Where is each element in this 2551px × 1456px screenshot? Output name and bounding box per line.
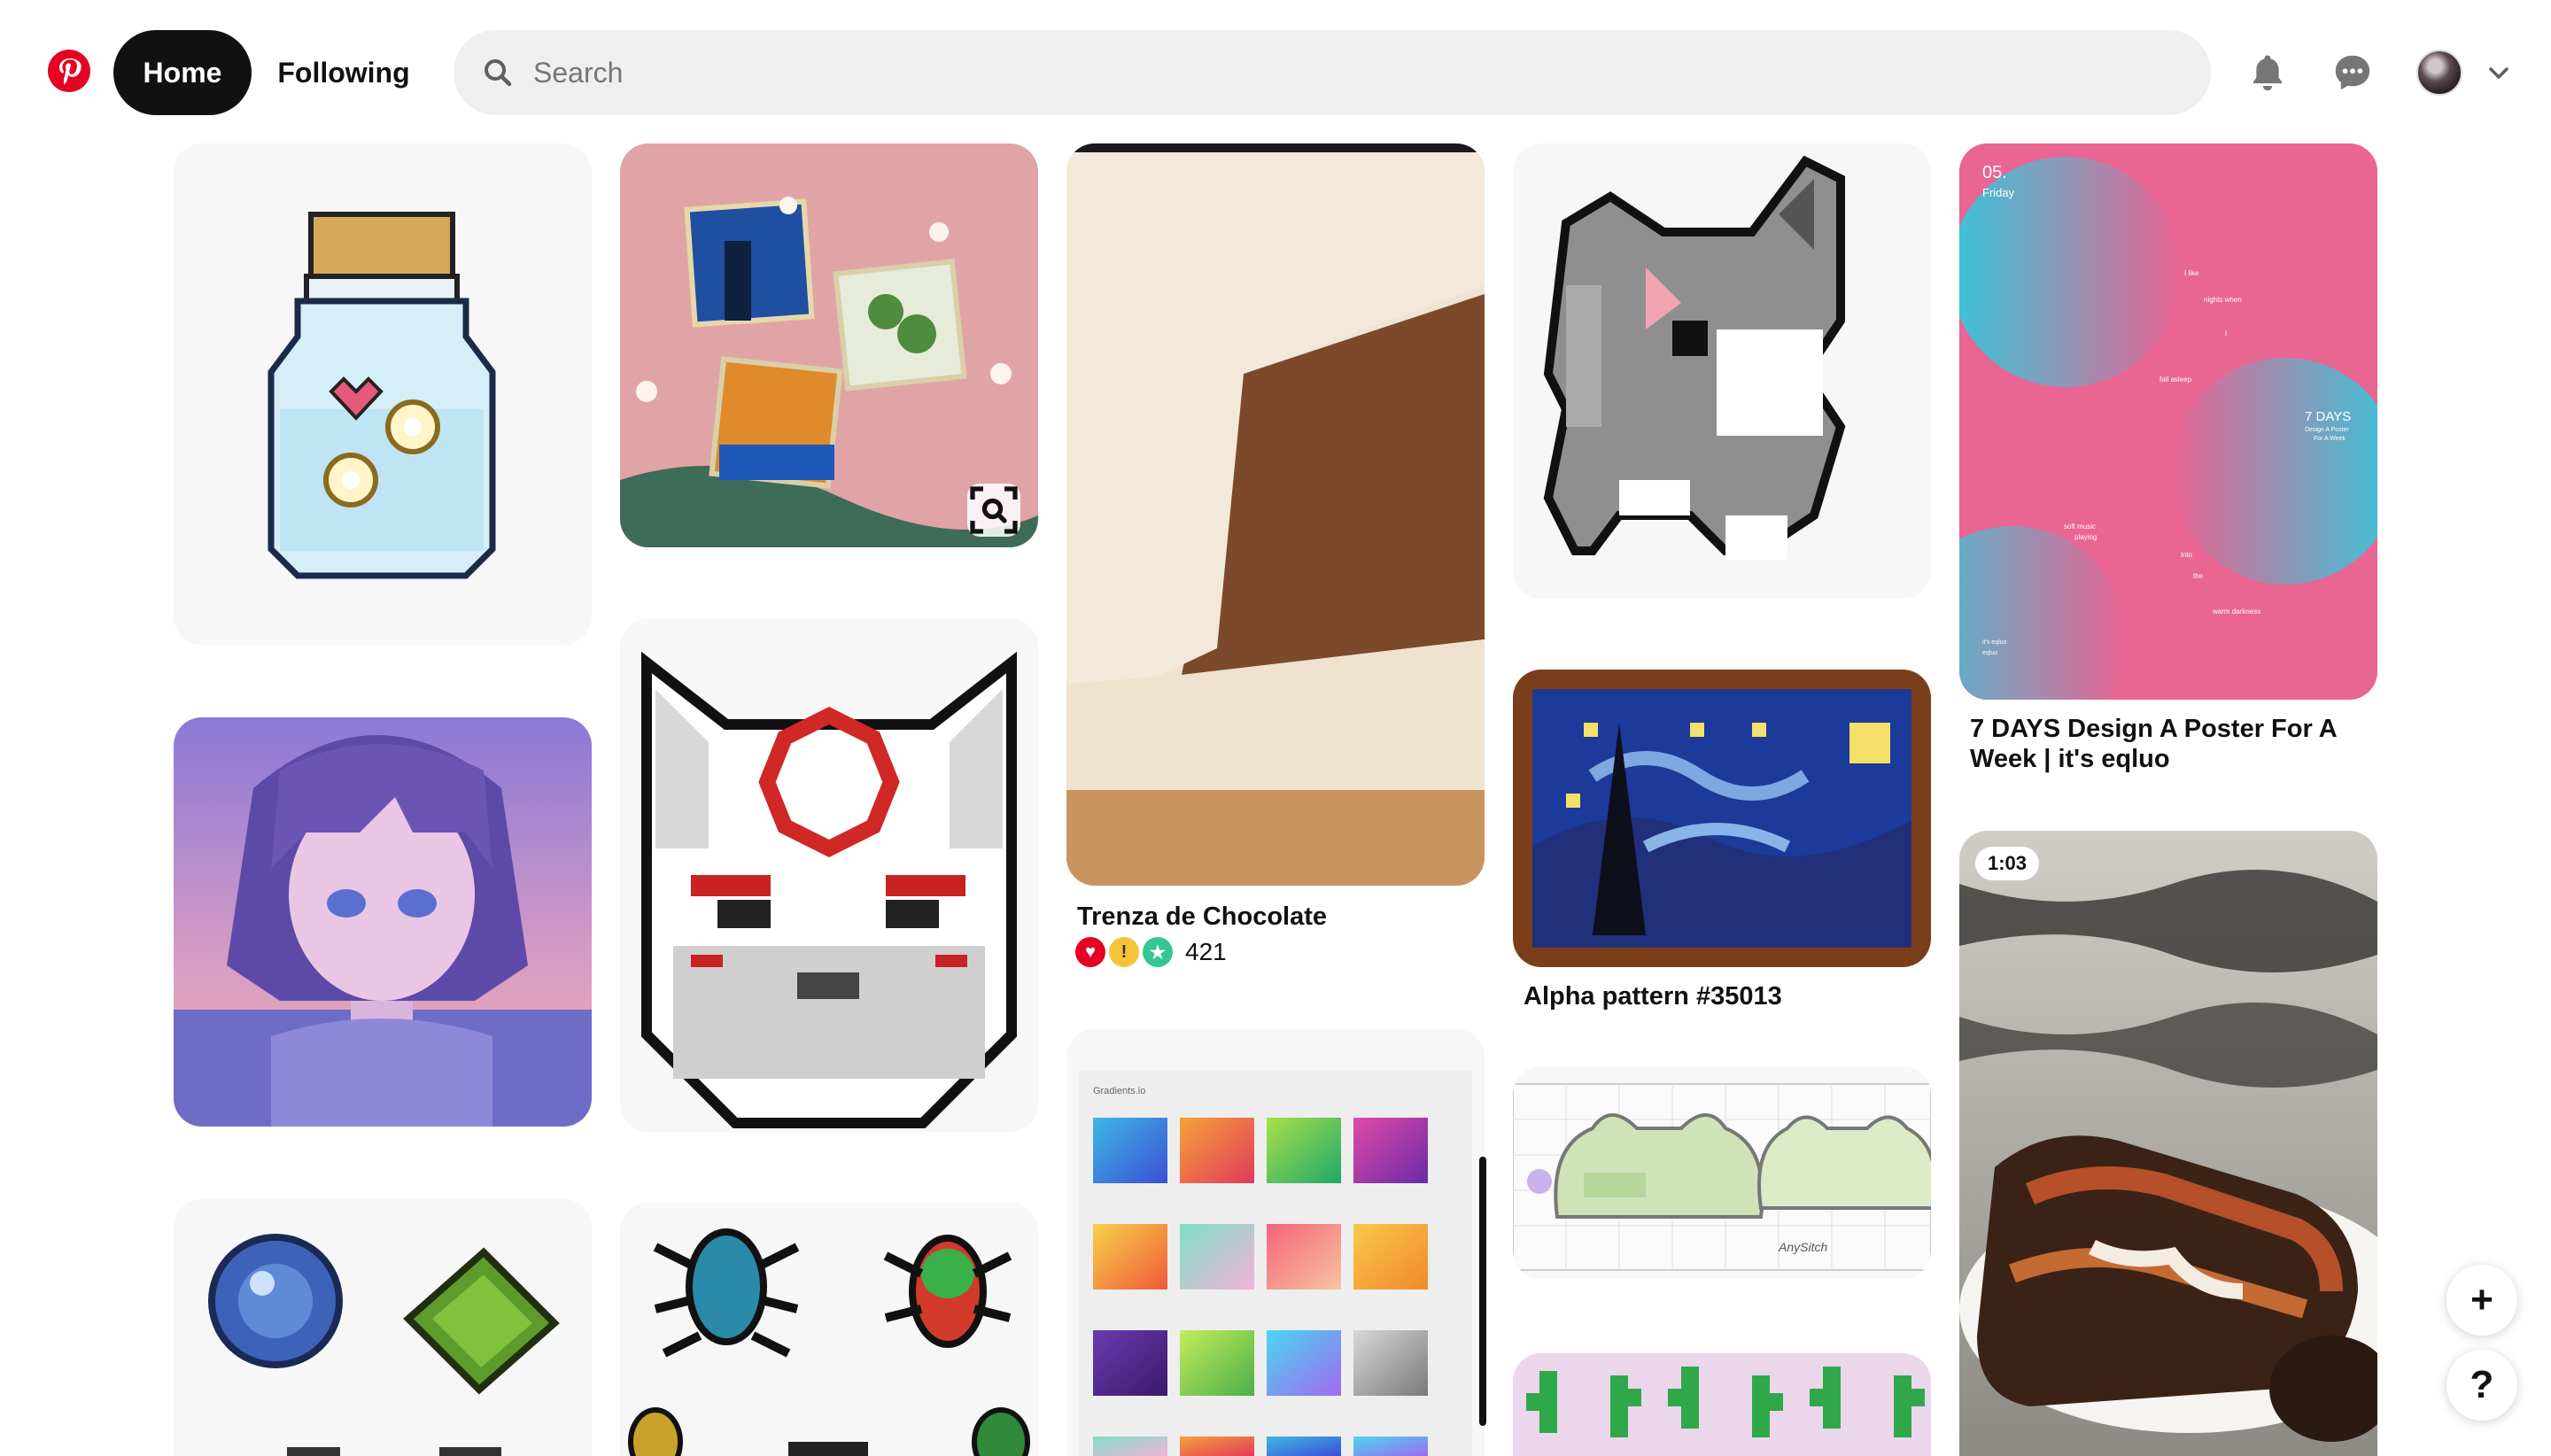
pin-pixel-cat[interactable] [1513,143,1931,599]
poster-day: Friday [1982,186,2015,199]
top-navigation-bar: Home Following [0,0,2551,142]
search-input[interactable] [531,55,2129,90]
poster-line: warm darkness [2213,608,2261,616]
pin-kitsune-mask-pattern[interactable] [620,618,1038,1132]
poster-title: 7 DAYS [2305,409,2352,424]
poster-line: playing [2074,533,2097,541]
pin-image [1532,689,1911,948]
pin-image [641,651,1017,1128]
create-pin-button[interactable]: + [2446,1265,2517,1336]
pin-pixel-gems[interactable] [174,1199,592,1456]
pin-image [1543,155,1846,560]
poster-line: I like [2184,269,2199,277]
pin-caption[interactable]: Alpha pattern #35013 [1524,981,1782,1011]
pin-eggplant-video[interactable]: 1:03 [1959,831,2377,1456]
pin-trenza-de-chocolate[interactable] [1066,143,1485,886]
heart-reaction-icon: ♥ [1075,937,1105,967]
pin-perler-beads[interactable] [620,143,1038,547]
poster-line: fall asleep [2159,376,2192,383]
poster-line: eqluo [1982,650,1998,656]
pinterest-logo[interactable] [48,50,90,92]
poster-line: soft music [2064,523,2097,531]
nav-following-button[interactable]: Following [266,30,422,115]
pin-caption[interactable]: Trenza de Chocolate [1077,902,1327,932]
poster-line: I [2225,329,2228,337]
messages-button[interactable] [2326,46,2379,99]
pin-image [1513,1353,1931,1456]
poster-subtitle-2: For A Week [2314,436,2346,442]
pin-image [1066,143,1485,886]
help-button[interactable]: ? [2446,1350,2517,1421]
pin-frog-cross-stitch[interactable]: AnySitch [1513,1066,1931,1279]
reaction-count: 421 [1185,938,1227,965]
good-idea-reaction-icon: ★ [1143,937,1173,967]
pin-cactus-pattern[interactable] [1513,1353,1931,1456]
scroll-indicator [1479,1157,1486,1426]
pin-pixel-bottle[interactable] [174,143,592,645]
pin-7-days-poster[interactable]: 05. Friday 7 DAYS Design A Poster For A … [1959,143,2377,700]
poster-line: the [2193,572,2204,580]
pin-anime-pixel-girl[interactable] [174,717,592,1127]
bell-icon [2252,55,2283,91]
poster-subtitle-1: Design A Poster [2305,427,2349,433]
pin-pixel-beetles[interactable] [620,1203,1038,1456]
pin-image [174,717,592,1127]
stitch-signature: AnySitch [1779,1240,1828,1254]
lens-icon [970,486,1018,534]
pin-image [1959,831,2377,1456]
pin-image [628,1228,1030,1456]
pin-image [1513,1083,1931,1271]
pin-caption[interactable]: 7 DAYS Design A Poster For A Week | it's… [1970,714,2360,774]
notifications-button[interactable] [2241,46,2294,99]
pin-image [208,1234,560,1456]
video-duration-badge: 1:03 [1975,847,2040,880]
poster-line: into [2181,551,2192,559]
visual-search-button[interactable] [967,484,1020,537]
poster-date: 05. [1982,163,2007,182]
search-icon [485,59,512,87]
search-bar[interactable] [454,30,2211,115]
messages-icon [2335,55,2370,90]
avatar[interactable] [2416,50,2462,96]
nav-home-button[interactable]: Home [113,30,252,115]
wow-reaction-icon: ! [1109,937,1139,967]
chevron-down-icon[interactable] [2485,60,2512,87]
pin-starry-night-pattern[interactable] [1513,670,1931,967]
poster-line: it's eqluo [1982,639,2007,646]
poster-line: nights when [2204,296,2242,304]
pinterest-logo-icon [59,58,81,85]
pin-gradients-palette[interactable]: Gradients.io [1066,1029,1485,1456]
pin-image [268,212,496,579]
gradients-title: Gradients.io [1093,1086,1146,1096]
pin-reactions: ♥ ! ★ 421 [1075,937,1227,967]
